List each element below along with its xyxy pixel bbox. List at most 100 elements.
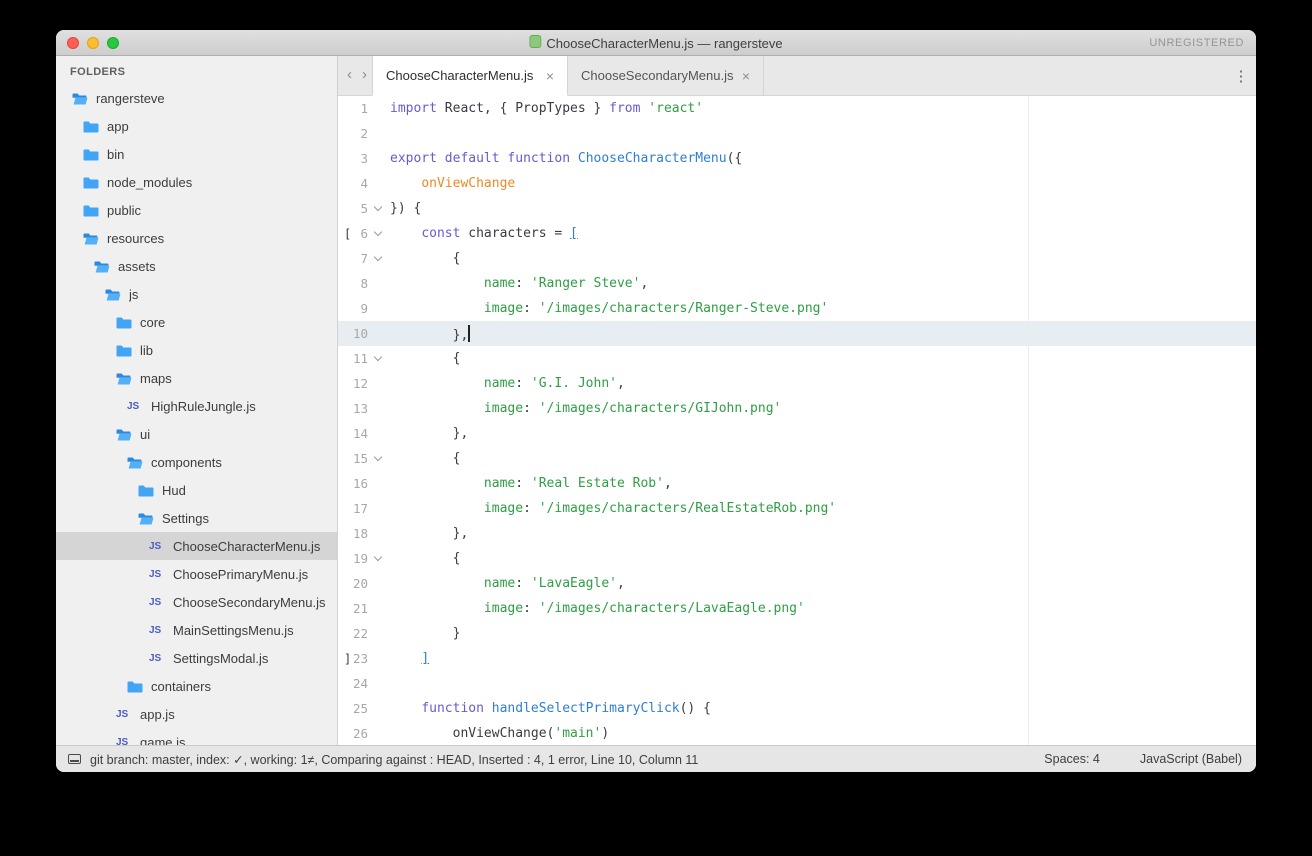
code-text[interactable]: image: '/images/characters/RealEstateRob…: [390, 501, 836, 516]
code-text[interactable]: }: [390, 626, 460, 641]
code-text[interactable]: name: 'Real Estate Rob',: [390, 476, 672, 491]
code-line-5[interactable]: 5}) {: [338, 196, 1256, 221]
code-line-13[interactable]: 13 image: '/images/characters/GIJohn.png…: [338, 396, 1256, 421]
folder-item-resources[interactable]: resources: [56, 224, 337, 252]
code-line-7[interactable]: 7 {: [338, 246, 1256, 271]
code-text[interactable]: name: 'LavaEagle',: [390, 576, 625, 591]
code-line-23[interactable]: ]23 ]: [338, 646, 1256, 671]
code-text[interactable]: }) {: [390, 201, 421, 216]
file-item-choosecharactermenu-js[interactable]: JSChooseCharacterMenu.js: [56, 532, 337, 560]
code-text[interactable]: onViewChange('main'): [390, 726, 609, 741]
code-text[interactable]: {: [390, 351, 460, 366]
folder-item-components[interactable]: components: [56, 448, 337, 476]
code-text[interactable]: image: '/images/characters/LavaEagle.png…: [390, 601, 805, 616]
code-text[interactable]: function handleSelectPrimaryClick() {: [390, 701, 711, 716]
code-text[interactable]: {: [390, 551, 460, 566]
code-line-25[interactable]: 25 function handleSelectPrimaryClick() {: [338, 696, 1256, 721]
code-line-2[interactable]: 2: [338, 121, 1256, 146]
file-item-app-js[interactable]: JSapp.js: [56, 700, 337, 728]
code-text[interactable]: },: [390, 325, 470, 343]
gutter: 11: [338, 346, 390, 371]
code-text[interactable]: name: 'G.I. John',: [390, 376, 625, 391]
code-line-21[interactable]: 21 image: '/images/characters/LavaEagle.…: [338, 596, 1256, 621]
folder-item-maps[interactable]: maps: [56, 364, 337, 392]
code-text[interactable]: image: '/images/characters/GIJohn.png': [390, 401, 781, 416]
code-editor[interactable]: 1import React, { PropTypes } from 'react…: [338, 96, 1256, 745]
code-text[interactable]: {: [390, 451, 460, 466]
code-token: export: [390, 151, 437, 166]
code-line-11[interactable]: 11 {: [338, 346, 1256, 371]
file-item-settingsmodal-js[interactable]: JSSettingsModal.js: [56, 644, 337, 672]
code-line-10[interactable]: 10 },: [338, 321, 1256, 346]
code-text[interactable]: {: [390, 251, 460, 266]
code-line-16[interactable]: 16 name: 'Real Estate Rob',: [338, 471, 1256, 496]
minimize-window-button[interactable]: [87, 37, 99, 49]
code-line-26[interactable]: 26 onViewChange('main'): [338, 721, 1256, 745]
code-text[interactable]: },: [390, 526, 468, 541]
code-line-8[interactable]: 8 name: 'Ranger Steve',: [338, 271, 1256, 296]
code-text[interactable]: export default function ChooseCharacterM…: [390, 151, 742, 166]
close-window-button[interactable]: [67, 37, 79, 49]
tab-overflow-menu-icon[interactable]: ⋮: [1226, 56, 1256, 95]
fold-arrow-icon[interactable]: [368, 458, 388, 460]
code-line-15[interactable]: 15 {: [338, 446, 1256, 471]
code-line-19[interactable]: 19 {: [338, 546, 1256, 571]
code-line-1[interactable]: 1import React, { PropTypes } from 'react…: [338, 96, 1256, 121]
zoom-window-button[interactable]: [107, 37, 119, 49]
code-line-9[interactable]: 9 image: '/images/characters/Ranger-Stev…: [338, 296, 1256, 321]
fold-arrow-icon[interactable]: [368, 258, 388, 260]
code-text[interactable]: },: [390, 426, 468, 441]
tab-choosesecondarymenu-js[interactable]: ChooseSecondaryMenu.js×: [568, 56, 764, 95]
code-text[interactable]: onViewChange: [390, 176, 515, 191]
folder-item-rangersteve[interactable]: rangersteve: [56, 84, 337, 112]
code-line-3[interactable]: 3export default function ChooseCharacter…: [338, 146, 1256, 171]
folder-item-js[interactable]: js: [56, 280, 337, 308]
code-line-17[interactable]: 17 image: '/images/characters/RealEstate…: [338, 496, 1256, 521]
code-token: ): [601, 726, 609, 741]
code-line-22[interactable]: 22 }: [338, 621, 1256, 646]
tab-close-icon[interactable]: ×: [742, 68, 750, 84]
folder-item-assets[interactable]: assets: [56, 252, 337, 280]
file-item-chooseprimarymenu-js[interactable]: JSChoosePrimaryMenu.js: [56, 560, 337, 588]
code-text[interactable]: import React, { PropTypes } from 'react': [390, 101, 703, 116]
code-text[interactable]: ]: [390, 651, 429, 666]
code-line-4[interactable]: 4 onViewChange: [338, 171, 1256, 196]
file-item-mainsettingsmenu-js[interactable]: JSMainSettingsMenu.js: [56, 616, 337, 644]
folder-item-core[interactable]: core: [56, 308, 337, 336]
code-text[interactable]: image: '/images/characters/Ranger-Steve.…: [390, 301, 828, 316]
tab-close-icon[interactable]: ×: [546, 68, 554, 84]
fold-arrow-icon[interactable]: [368, 208, 388, 210]
code-line-6[interactable]: [6 const characters = [: [338, 221, 1256, 246]
file-item-choosesecondarymenu-js[interactable]: JSChooseSecondaryMenu.js: [56, 588, 337, 616]
tabs-scroll-left-icon[interactable]: ‹: [342, 56, 357, 95]
fold-arrow-icon[interactable]: [368, 358, 388, 360]
status-syntax-setting[interactable]: JavaScript (Babel): [1140, 752, 1242, 766]
folder-item-app[interactable]: app: [56, 112, 337, 140]
js-file-icon: JS: [127, 401, 144, 412]
code-line-14[interactable]: 14 },: [338, 421, 1256, 446]
code-line-24[interactable]: 24: [338, 671, 1256, 696]
folder-item-bin[interactable]: bin: [56, 140, 337, 168]
folder-item-ui[interactable]: ui: [56, 420, 337, 448]
folder-item-node-modules[interactable]: node_modules: [56, 168, 337, 196]
code-text[interactable]: const characters = [: [390, 226, 578, 241]
code-text[interactable]: name: 'Ranger Steve',: [390, 276, 648, 291]
status-indent-setting[interactable]: Spaces: 4: [1044, 752, 1100, 766]
code-line-20[interactable]: 20 name: 'LavaEagle',: [338, 571, 1256, 596]
folder-item-containers[interactable]: containers: [56, 672, 337, 700]
fold-arrow-icon[interactable]: [368, 558, 388, 560]
code-line-12[interactable]: 12 name: 'G.I. John',: [338, 371, 1256, 396]
fold-arrow-icon[interactable]: [368, 233, 388, 235]
file-item-highrulejungle-js[interactable]: JSHighRuleJungle.js: [56, 392, 337, 420]
title-bar[interactable]: ChooseCharacterMenu.js — rangersteve UNR…: [56, 30, 1256, 56]
folder-item-public[interactable]: public: [56, 196, 337, 224]
code-token: :: [515, 576, 531, 591]
panel-toggle-icon[interactable]: [68, 754, 81, 764]
tab-choosecharactermenu-js[interactable]: ChooseCharacterMenu.js×: [372, 56, 568, 96]
folder-item-settings[interactable]: Settings: [56, 504, 337, 532]
folder-item-hud[interactable]: Hud: [56, 476, 337, 504]
folder-item-lib[interactable]: lib: [56, 336, 337, 364]
file-item-game-js[interactable]: JSgame.js: [56, 728, 337, 745]
tabs-scroll-right-icon[interactable]: ›: [357, 56, 372, 95]
code-line-18[interactable]: 18 },: [338, 521, 1256, 546]
